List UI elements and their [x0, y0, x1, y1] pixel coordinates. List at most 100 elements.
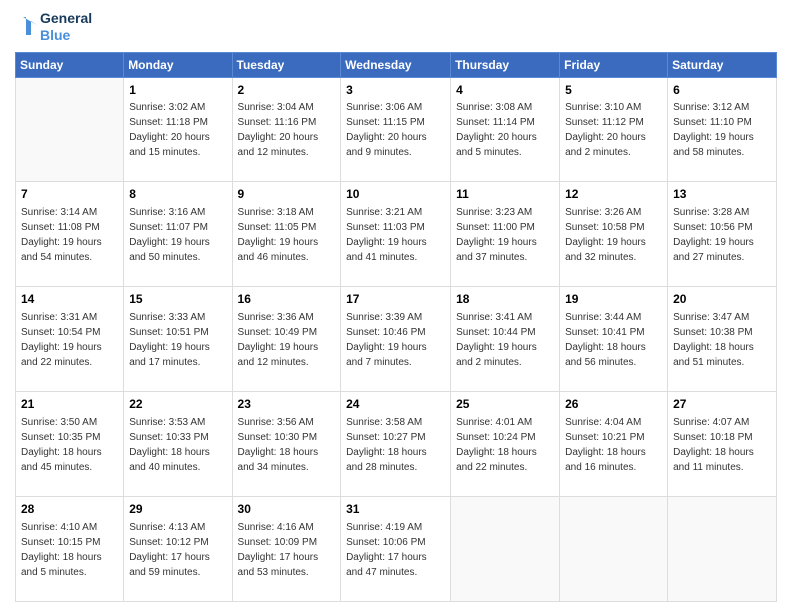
day-number: 6 [673, 82, 771, 99]
day-info: Sunrise: 3:06 AM Sunset: 11:15 PM Daylig… [346, 100, 445, 160]
day-info: Sunrise: 4:01 AM Sunset: 10:24 PM Daylig… [456, 415, 554, 475]
day-info: Sunrise: 3:23 AM Sunset: 11:00 PM Daylig… [456, 205, 554, 265]
day-info: Sunrise: 3:02 AM Sunset: 11:18 PM Daylig… [129, 100, 226, 160]
calendar-cell: 19 Sunrise: 3:44 AM Sunset: 10:41 PM Dayl… [560, 287, 668, 392]
calendar-cell: 30 Sunrise: 4:16 AM Sunset: 10:09 PM Dayl… [232, 497, 341, 602]
day-number: 22 [129, 396, 226, 413]
day-info: Sunrise: 3:26 AM Sunset: 10:58 PM Daylig… [565, 205, 662, 265]
logo-text-block: General Blue [15, 10, 92, 44]
day-info: Sunrise: 4:13 AM Sunset: 10:12 PM Daylig… [129, 520, 226, 580]
day-info: Sunrise: 3:31 AM Sunset: 10:54 PM Daylig… [21, 310, 118, 370]
day-number: 16 [238, 291, 336, 308]
day-info: Sunrise: 3:50 AM Sunset: 10:35 PM Daylig… [21, 415, 118, 475]
day-info: Sunrise: 4:19 AM Sunset: 10:06 PM Daylig… [346, 520, 445, 580]
day-info: Sunrise: 3:41 AM Sunset: 10:44 PM Daylig… [456, 310, 554, 370]
day-number: 14 [21, 291, 118, 308]
day-number: 8 [129, 186, 226, 203]
day-info: Sunrise: 3:16 AM Sunset: 11:07 PM Daylig… [129, 205, 226, 265]
day-number: 4 [456, 82, 554, 99]
day-info: Sunrise: 3:36 AM Sunset: 10:49 PM Daylig… [238, 310, 336, 370]
weekday-header-friday: Friday [560, 52, 668, 77]
day-number: 5 [565, 82, 662, 99]
day-info: Sunrise: 4:10 AM Sunset: 10:15 PM Daylig… [21, 520, 118, 580]
weekday-header-saturday: Saturday [668, 52, 777, 77]
day-number: 17 [346, 291, 445, 308]
calendar-cell [560, 497, 668, 602]
day-info: Sunrise: 3:47 AM Sunset: 10:38 PM Daylig… [673, 310, 771, 370]
day-number: 9 [238, 186, 336, 203]
week-row-3: 14 Sunrise: 3:31 AM Sunset: 10:54 PM Dayl… [16, 287, 777, 392]
weekday-header-monday: Monday [124, 52, 232, 77]
calendar-cell [16, 77, 124, 182]
day-info: Sunrise: 3:18 AM Sunset: 11:05 PM Daylig… [238, 205, 336, 265]
header: General Blue [15, 10, 777, 44]
day-number: 30 [238, 501, 336, 518]
calendar-cell: 8 Sunrise: 3:16 AM Sunset: 11:07 PM Dayli… [124, 182, 232, 287]
day-info: Sunrise: 3:39 AM Sunset: 10:46 PM Daylig… [346, 310, 445, 370]
calendar-cell: 1Sunrise: 3:02 AM Sunset: 11:18 PM Dayli… [124, 77, 232, 182]
day-number: 10 [346, 186, 445, 203]
calendar-cell: 5Sunrise: 3:10 AM Sunset: 11:12 PM Dayli… [560, 77, 668, 182]
week-row-2: 7 Sunrise: 3:14 AM Sunset: 11:08 PM Dayli… [16, 182, 777, 287]
day-number: 19 [565, 291, 662, 308]
day-number: 11 [456, 186, 554, 203]
calendar-cell: 15Sunrise: 3:33 AM Sunset: 10:51 PM Dayl… [124, 287, 232, 392]
logo: General Blue [15, 10, 92, 44]
calendar-cell: 22 Sunrise: 3:53 AM Sunset: 10:33 PM Dayl… [124, 392, 232, 497]
logo-bird-icon [15, 13, 37, 41]
day-number: 3 [346, 82, 445, 99]
calendar-cell [668, 497, 777, 602]
weekday-header-thursday: Thursday [451, 52, 560, 77]
calendar-page: General Blue SundayMondayTuesdayWednesda… [0, 0, 792, 612]
calendar-cell: 21 Sunrise: 3:50 AM Sunset: 10:35 PM Dayl… [16, 392, 124, 497]
day-number: 20 [673, 291, 771, 308]
calendar-cell: 2Sunrise: 3:04 AM Sunset: 11:16 PM Dayli… [232, 77, 341, 182]
calendar-cell: 25 Sunrise: 4:01 AM Sunset: 10:24 PM Dayl… [451, 392, 560, 497]
calendar-cell: 4Sunrise: 3:08 AM Sunset: 11:14 PM Dayli… [451, 77, 560, 182]
calendar-cell: 11 Sunrise: 3:23 AM Sunset: 11:00 PM Dayl… [451, 182, 560, 287]
weekday-header-row: SundayMondayTuesdayWednesdayThursdayFrid… [16, 52, 777, 77]
day-number: 25 [456, 396, 554, 413]
calendar-cell: 10Sunrise: 3:21 AM Sunset: 11:03 PM Dayl… [341, 182, 451, 287]
day-number: 2 [238, 82, 336, 99]
calendar-cell: 31 Sunrise: 4:19 AM Sunset: 10:06 PM Dayl… [341, 497, 451, 602]
weekday-header-wednesday: Wednesday [341, 52, 451, 77]
day-info: Sunrise: 3:08 AM Sunset: 11:14 PM Daylig… [456, 100, 554, 160]
day-info: Sunrise: 3:04 AM Sunset: 11:16 PM Daylig… [238, 100, 336, 160]
week-row-5: 28Sunrise: 4:10 AM Sunset: 10:15 PM Dayl… [16, 497, 777, 602]
calendar-cell: 14 Sunrise: 3:31 AM Sunset: 10:54 PM Dayl… [16, 287, 124, 392]
day-info: Sunrise: 3:33 AM Sunset: 10:51 PM Daylig… [129, 310, 226, 370]
day-info: Sunrise: 3:44 AM Sunset: 10:41 PM Daylig… [565, 310, 662, 370]
calendar-cell: 13Sunrise: 3:28 AM Sunset: 10:56 PM Dayl… [668, 182, 777, 287]
calendar-cell: 16 Sunrise: 3:36 AM Sunset: 10:49 PM Dayl… [232, 287, 341, 392]
day-info: Sunrise: 3:10 AM Sunset: 11:12 PM Daylig… [565, 100, 662, 160]
day-number: 29 [129, 501, 226, 518]
calendar-cell: 9 Sunrise: 3:18 AM Sunset: 11:05 PM Dayli… [232, 182, 341, 287]
day-number: 27 [673, 396, 771, 413]
day-info: Sunrise: 4:16 AM Sunset: 10:09 PM Daylig… [238, 520, 336, 580]
day-number: 18 [456, 291, 554, 308]
day-number: 24 [346, 396, 445, 413]
day-number: 7 [21, 186, 118, 203]
day-info: Sunrise: 3:53 AM Sunset: 10:33 PM Daylig… [129, 415, 226, 475]
day-info: Sunrise: 3:56 AM Sunset: 10:30 PM Daylig… [238, 415, 336, 475]
logo-blue: Blue [40, 27, 92, 44]
day-info: Sunrise: 3:14 AM Sunset: 11:08 PM Daylig… [21, 205, 118, 265]
calendar-cell: 27 Sunrise: 4:07 AM Sunset: 10:18 PM Dayl… [668, 392, 777, 497]
day-number: 31 [346, 501, 445, 518]
calendar-cell: 20 Sunrise: 3:47 AM Sunset: 10:38 PM Dayl… [668, 287, 777, 392]
weekday-header-tuesday: Tuesday [232, 52, 341, 77]
calendar-cell: 18 Sunrise: 3:41 AM Sunset: 10:44 PM Dayl… [451, 287, 560, 392]
day-info: Sunrise: 4:04 AM Sunset: 10:21 PM Daylig… [565, 415, 662, 475]
day-number: 21 [21, 396, 118, 413]
calendar-cell: 3Sunrise: 3:06 AM Sunset: 11:15 PM Dayli… [341, 77, 451, 182]
calendar-table: SundayMondayTuesdayWednesdayThursdayFrid… [15, 52, 777, 602]
calendar-cell: 26Sunrise: 4:04 AM Sunset: 10:21 PM Dayl… [560, 392, 668, 497]
calendar-cell: 28Sunrise: 4:10 AM Sunset: 10:15 PM Dayl… [16, 497, 124, 602]
calendar-cell: 12Sunrise: 3:26 AM Sunset: 10:58 PM Dayl… [560, 182, 668, 287]
day-info: Sunrise: 4:07 AM Sunset: 10:18 PM Daylig… [673, 415, 771, 475]
weekday-header-sunday: Sunday [16, 52, 124, 77]
day-info: Sunrise: 3:28 AM Sunset: 10:56 PM Daylig… [673, 205, 771, 265]
calendar-cell: 7 Sunrise: 3:14 AM Sunset: 11:08 PM Dayli… [16, 182, 124, 287]
calendar-cell: 23Sunrise: 3:56 AM Sunset: 10:30 PM Dayl… [232, 392, 341, 497]
